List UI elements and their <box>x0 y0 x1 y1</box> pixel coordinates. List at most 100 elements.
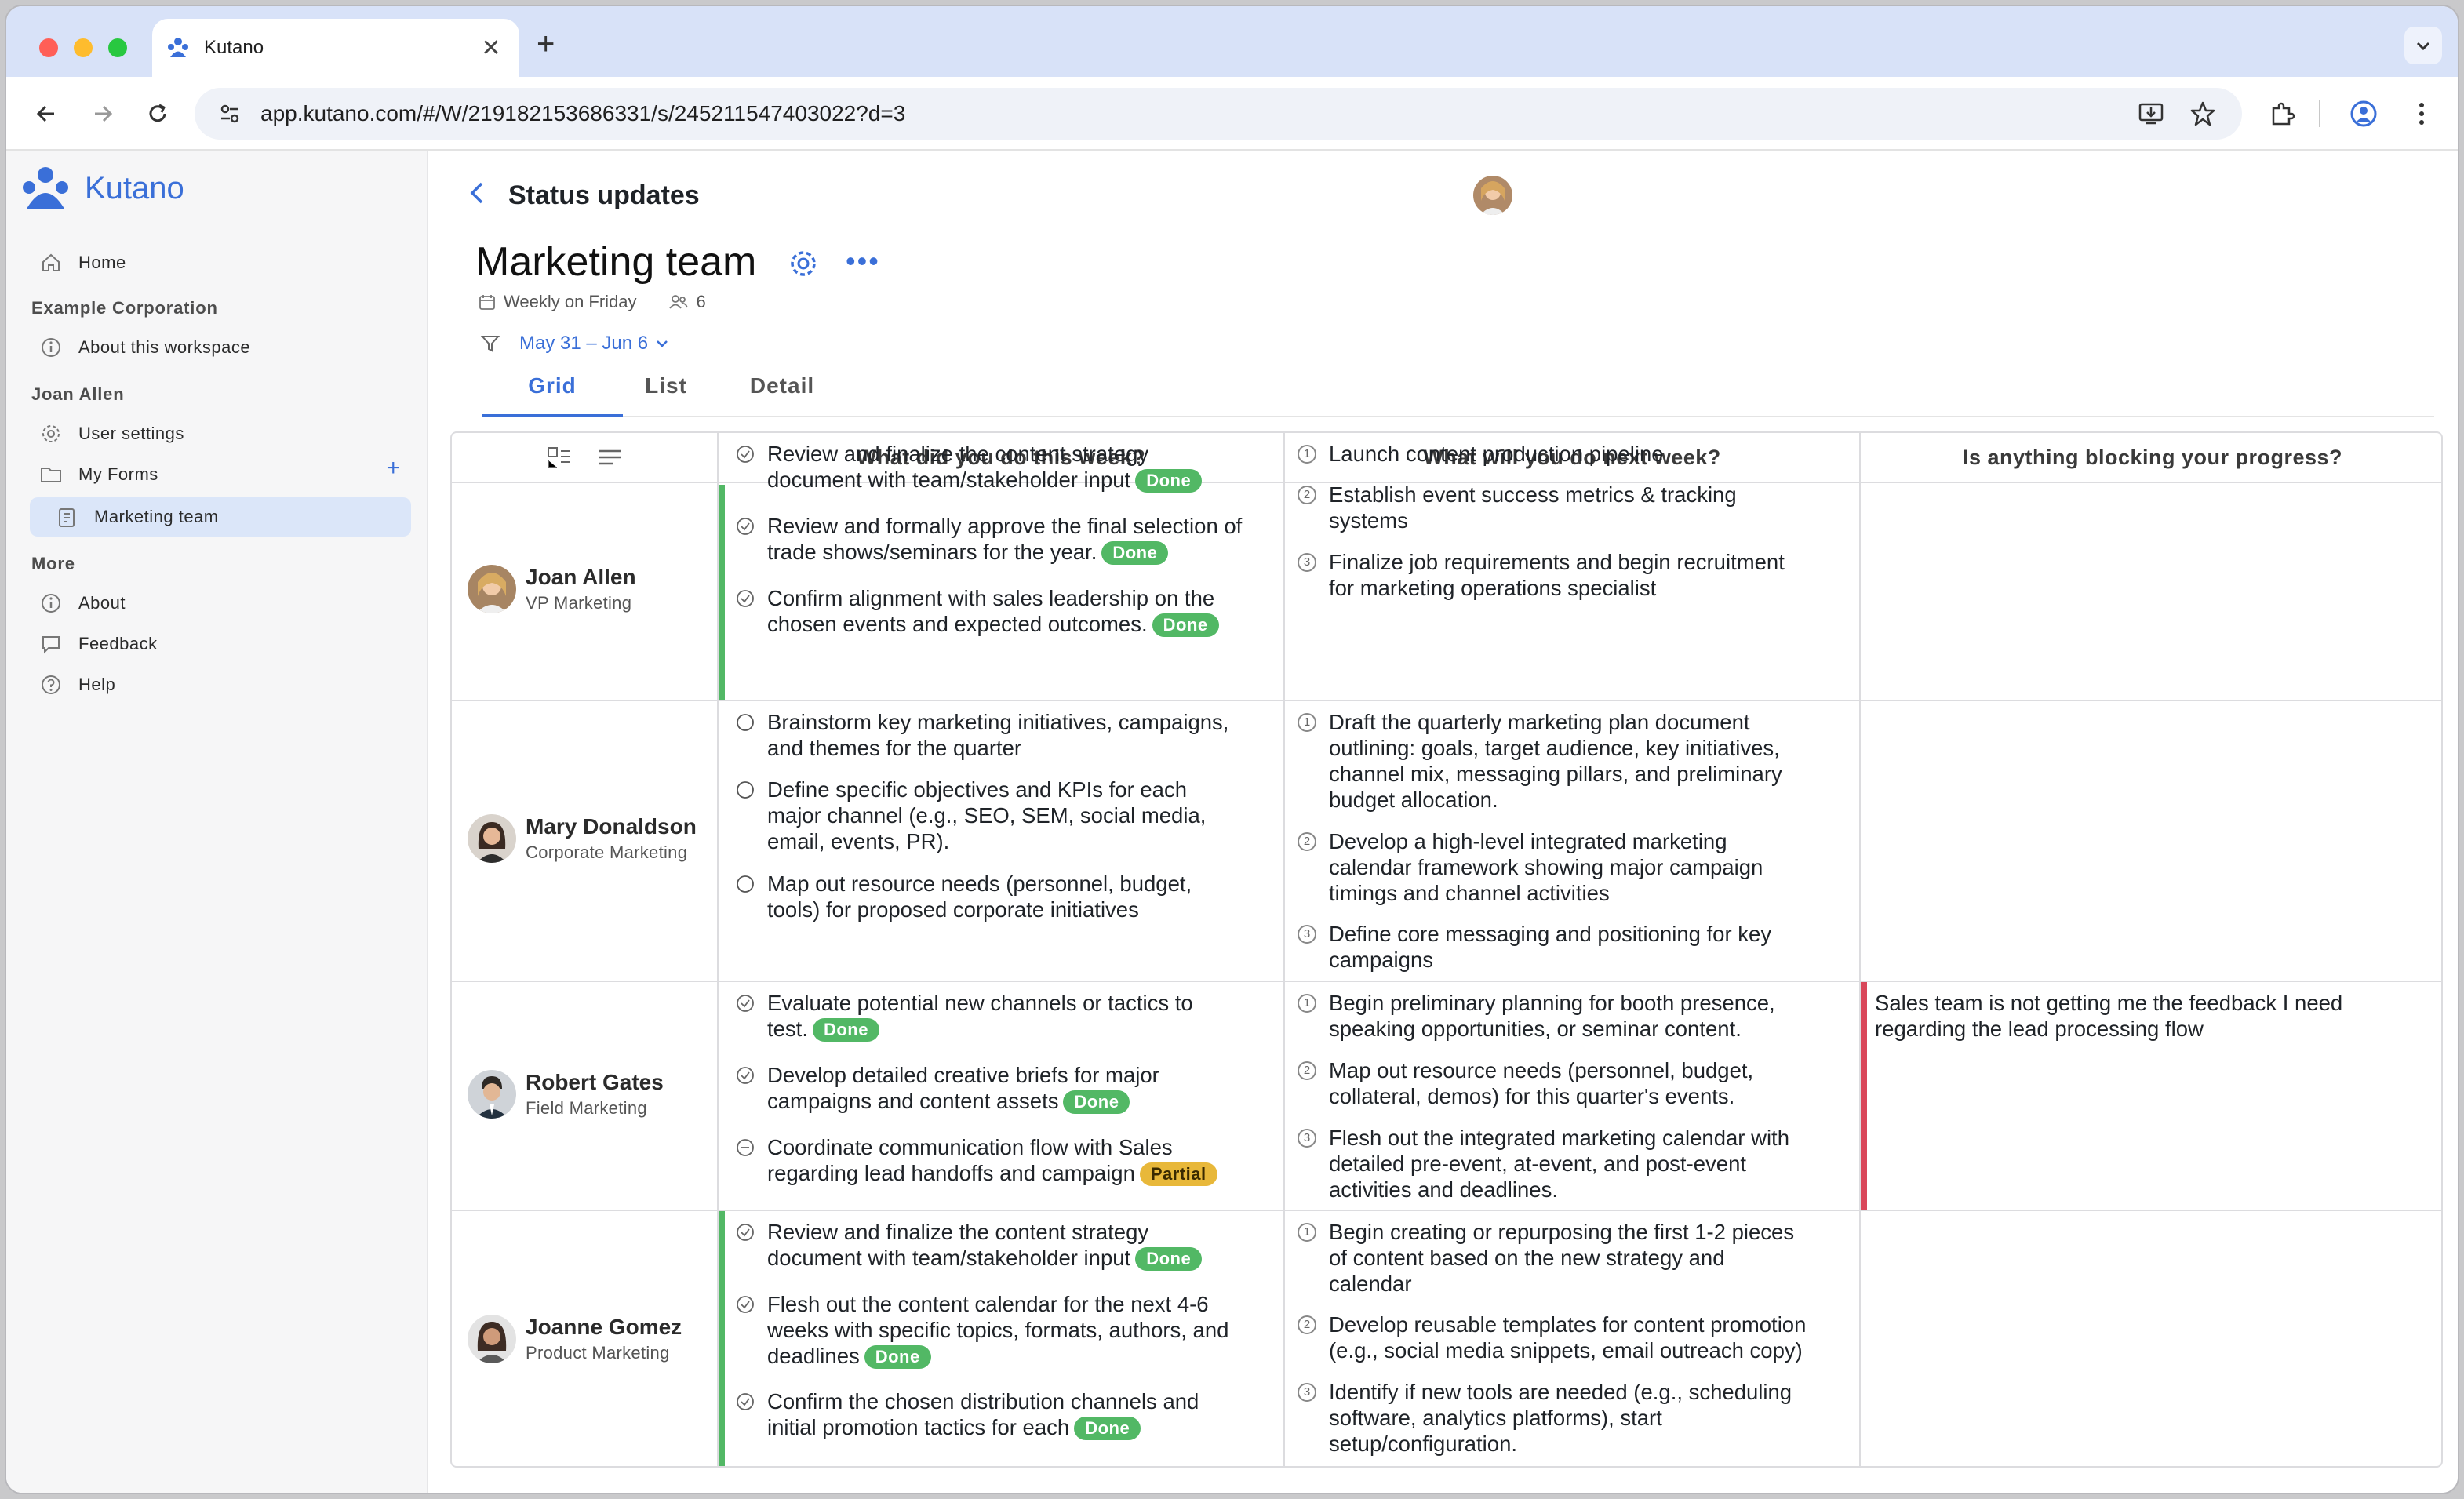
maximize-window-button[interactable] <box>108 38 127 57</box>
status-badge: Done <box>1074 1417 1141 1440</box>
person-cell[interactable]: Joan Allen VP Marketing <box>468 565 636 613</box>
column-header-blocking: Is anything blocking your progress? <box>1861 433 2441 483</box>
address-bar[interactable]: app.kutano.com/#/W/219182153686331/s/245… <box>195 88 2242 140</box>
item-text: Identify if new tools are needed (e.g., … <box>1329 1380 1792 1404</box>
gear-icon <box>38 420 64 447</box>
extensions-button[interactable] <box>2262 94 2302 133</box>
more-options-icon[interactable]: ••• <box>846 247 880 275</box>
avatar <box>468 1315 516 1363</box>
brand-logo[interactable]: Kutano <box>20 166 184 210</box>
minus-circle-icon <box>737 1139 754 1156</box>
info-icon <box>38 590 64 617</box>
list-item: 2 Develop a high-level integrated market… <box>1298 828 1847 906</box>
item-text: campaigns and content assets <box>767 1089 1059 1113</box>
tab-search-button[interactable] <box>2404 27 2442 64</box>
list-item: 3 Finalize job requirements and begin re… <box>1298 549 1847 601</box>
empty-circle-icon <box>737 781 754 799</box>
profile-button[interactable] <box>2344 94 2383 133</box>
new-tab-button[interactable]: + <box>537 28 555 60</box>
check-circle-icon <box>737 995 754 1012</box>
column-divider <box>1283 433 1285 1466</box>
item-text: calendar framework showing major campaig… <box>1329 855 1763 879</box>
members-meta[interactable]: 6 <box>668 292 706 312</box>
column-layout-icon[interactable] <box>546 445 573 470</box>
minimize-window-button[interactable] <box>74 38 93 57</box>
item-text: initial promotion tactics for each <box>767 1415 1070 1439</box>
filter-icon[interactable] <box>480 333 500 354</box>
tab-grid[interactable]: Grid <box>482 373 623 417</box>
toolbar-divider <box>2319 100 2320 127</box>
check-circle-icon <box>737 1296 754 1313</box>
add-form-icon[interactable]: + <box>386 455 400 482</box>
browser-tab[interactable]: Kutano ✕ <box>152 19 519 77</box>
item-text: collateral, demos) for this quarter's ev… <box>1329 1084 1735 1108</box>
empty-circle-icon <box>737 875 754 893</box>
more-heading: More <box>31 554 75 573</box>
text-lines-icon[interactable] <box>596 446 623 468</box>
tab-list[interactable]: List <box>623 373 709 417</box>
row-status-accent <box>719 485 725 700</box>
install-app-icon[interactable] <box>2135 98 2167 129</box>
url-text[interactable]: app.kutano.com/#/W/219182153686331/s/245… <box>260 101 2115 126</box>
sidebar-item-label: Feedback <box>78 634 158 653</box>
site-settings-icon[interactable] <box>218 102 242 126</box>
list-item: 1 Begin preliminary planning for booth p… <box>1298 990 1847 1042</box>
close-window-button[interactable] <box>39 38 58 57</box>
item-text: Flesh out the integrated marketing calen… <box>1329 1126 1789 1150</box>
sidebar-item-about[interactable]: About <box>30 584 411 623</box>
reload-button[interactable] <box>138 94 177 133</box>
item-text: activities and deadlines. <box>1329 1177 1558 1202</box>
person-cell[interactable]: Robert Gates Field Marketing <box>468 1070 664 1119</box>
person-cell[interactable]: Mary Donaldson Corporate Marketing <box>468 814 697 863</box>
number-3-icon: 3 <box>1298 1383 1316 1402</box>
number-2-icon: 2 <box>1298 832 1316 851</box>
date-filter[interactable]: May 31 – Jun 6 <box>480 333 670 355</box>
form-settings-icon[interactable] <box>788 248 819 279</box>
sidebar-item-label: Help <box>78 675 116 694</box>
person-name: Joan Allen <box>526 565 636 589</box>
grid-toolbar <box>452 433 717 483</box>
item-text: Map out resource needs (personnel, budge… <box>1329 1058 1754 1082</box>
help-icon <box>38 671 64 698</box>
status-badge: Done <box>1101 541 1169 565</box>
person-cell[interactable]: Joanne Gomez Product Marketing <box>468 1315 682 1363</box>
person-role: VP Marketing <box>526 593 632 613</box>
item-text: Define specific objectives and KPIs for … <box>767 777 1188 802</box>
list-item: Review and finalize the content strategy… <box>736 1219 1277 1271</box>
browser-tab-bar: Kutano ✕ + <box>6 6 2458 77</box>
empty-circle-icon <box>737 714 754 731</box>
item-text: Sales team is not getting me the feedbac… <box>1875 991 2343 1015</box>
current-user-avatar[interactable] <box>1473 176 1512 215</box>
chevron-down-icon <box>2416 42 2430 51</box>
sidebar-item-help[interactable]: Help <box>30 665 411 704</box>
sidebar-item-my-forms[interactable]: My Forms <box>30 455 411 494</box>
check-circle-icon <box>737 1224 754 1241</box>
item-text: detailed pre-event, at-event, and post-e… <box>1329 1152 1747 1176</box>
item-text: major channel (e.g., SEO, SEM, social me… <box>767 803 1207 828</box>
sidebar-item-feedback[interactable]: Feedback <box>30 624 411 664</box>
item-text: Evaluate potential new channels or tacti… <box>767 991 1193 1015</box>
list-item: Review and formally approve the final se… <box>736 513 1277 565</box>
sidebar-item-home[interactable]: Home <box>30 243 411 282</box>
kutano-logo-icon <box>23 167 68 209</box>
tab-close-icon[interactable]: ✕ <box>477 35 505 62</box>
back-chevron-icon[interactable] <box>461 177 493 209</box>
item-text: Develop reusable templates for content p… <box>1329 1312 1807 1337</box>
tab-detail[interactable]: Detail <box>739 373 825 417</box>
browser-menu-button[interactable] <box>2402 94 2441 133</box>
number-1-icon: 1 <box>1298 994 1316 1013</box>
chevron-down-icon[interactable] <box>654 336 670 351</box>
item-text: software, analytics platforms), start <box>1329 1406 1662 1430</box>
sidebar-item-user-settings[interactable]: User settings <box>30 414 411 453</box>
reload-icon <box>149 104 166 122</box>
sidebar-item-marketing-team[interactable]: Marketing team <box>30 497 411 537</box>
item-text: regarding the lead processing flow <box>1875 1017 2204 1041</box>
sidebar-item-about-workspace[interactable]: About this workspace <box>30 328 411 367</box>
forward-button[interactable] <box>83 94 122 133</box>
item-text: Draft the quarterly marketing plan docum… <box>1329 710 1750 734</box>
back-button[interactable] <box>27 94 66 133</box>
date-range[interactable]: May 31 – Jun 6 <box>519 333 648 355</box>
bookmark-star-icon[interactable] <box>2187 98 2218 129</box>
page-title: Status updates <box>508 180 700 210</box>
item-text: regarding lead handoffs and campaign <box>767 1161 1135 1185</box>
